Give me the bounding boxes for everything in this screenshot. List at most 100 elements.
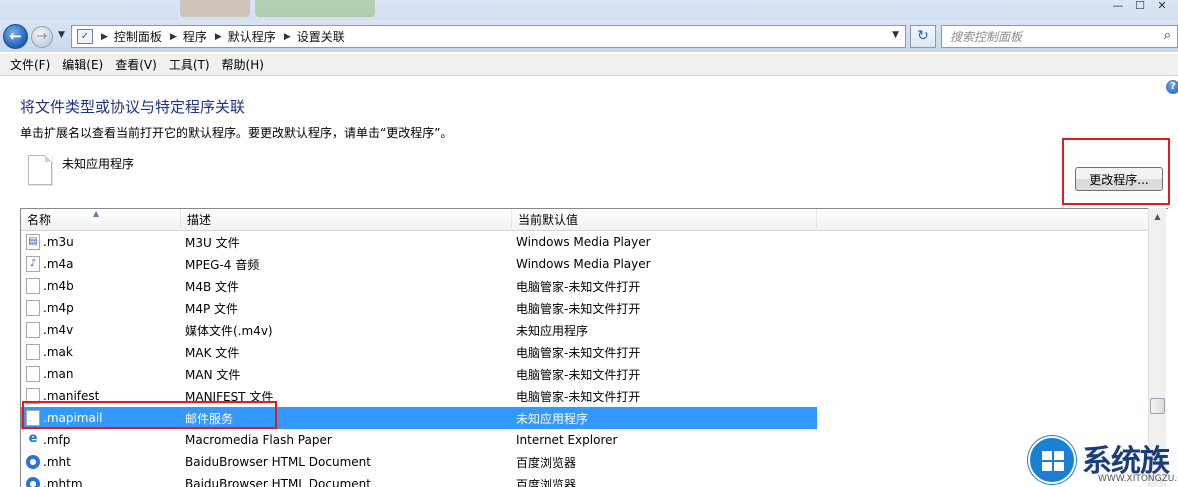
- cell-description: M4P 文件: [185, 301, 239, 316]
- baidu-browser-icon: [26, 477, 40, 487]
- table-row[interactable]: .mak MAK 文件 电脑管家-未知文件打开: [21, 341, 1149, 363]
- search-icon[interactable]: ⌕: [1164, 28, 1171, 43]
- cell-current-default: 电脑管家-未知文件打开: [516, 367, 641, 382]
- media-file-icon: ▤: [26, 234, 40, 250]
- help-icon[interactable]: ?: [1166, 80, 1178, 94]
- column-header-name[interactable]: 名称 ▲: [21, 209, 181, 231]
- cell-current-default: 未知应用程序: [516, 411, 589, 426]
- cell-extension[interactable]: e .mfp: [21, 432, 181, 448]
- cell-current-default: Windows Media Player: [516, 235, 651, 249]
- cell-current-default: Internet Explorer: [516, 433, 618, 447]
- window-top-strip: — ☐ ✕: [0, 0, 1178, 20]
- menu-help[interactable]: 帮助(H): [216, 56, 270, 73]
- generic-file-icon: [26, 344, 40, 360]
- table-row[interactable]: e .mfp Macromedia Flash Paper Internet Expl…: [21, 429, 1149, 451]
- cell-description: Macromedia Flash Paper: [185, 433, 332, 447]
- list-header: 名称 ▲ 描述 当前默认值: [21, 209, 1149, 231]
- cell-extension[interactable]: .mht: [21, 455, 181, 469]
- window-controls: — ☐ ✕: [1110, 0, 1170, 12]
- breadcrumb-default-programs[interactable]: 默认程序: [228, 28, 276, 45]
- menu-bar: 文件(F) 编辑(E) 查看(V) 工具(T) 帮助(H): [0, 54, 1178, 76]
- menu-file[interactable]: 文件(F): [4, 56, 56, 73]
- cell-extension[interactable]: .mak: [21, 344, 181, 360]
- column-header-description[interactable]: 描述: [181, 209, 512, 231]
- cell-description: 媒体文件(.m4v): [185, 323, 273, 338]
- generic-file-icon: [26, 322, 40, 338]
- scroll-thumb[interactable]: [1150, 398, 1165, 414]
- table-row[interactable]: ▤ .m3u M3U 文件 Windows Media Player: [21, 231, 1149, 253]
- cell-extension[interactable]: .m4v: [21, 322, 181, 338]
- file-association-list[interactable]: 名称 ▲ 描述 当前默认值 ▤ .m3u M3U 文件 Windows Media P…: [20, 208, 1168, 487]
- extension-label: .mfp: [43, 433, 71, 447]
- search-input[interactable]: [950, 26, 1150, 47]
- scroll-up-icon[interactable]: ▲: [1149, 208, 1166, 225]
- refresh-icon: ↻: [917, 28, 929, 44]
- cell-extension[interactable]: ▤ .m3u: [21, 234, 181, 250]
- cell-description: M3U 文件: [185, 235, 240, 250]
- cell-current-default: 未知应用程序: [516, 323, 589, 338]
- highlight-box-selected-row: [22, 401, 277, 429]
- control-panel-icon: ✓: [77, 29, 93, 44]
- menu-edit[interactable]: 编辑(E): [56, 56, 109, 73]
- extension-label: .m4a: [43, 257, 74, 271]
- cell-extension[interactable]: .m4p: [21, 300, 181, 316]
- table-row[interactable]: .man MAN 文件 电脑管家-未知文件打开: [21, 363, 1149, 385]
- menu-tools[interactable]: 工具(T): [163, 56, 216, 73]
- maximize-button[interactable]: ☐: [1132, 0, 1148, 12]
- chevron-down-icon: ▼: [58, 30, 65, 40]
- cell-extension[interactable]: .mhtm: [21, 477, 181, 487]
- cell-description: BaiduBrowser HTML Document: [185, 477, 371, 487]
- close-button[interactable]: ✕: [1154, 0, 1170, 12]
- cell-extension[interactable]: .m4b: [21, 278, 181, 294]
- extension-label: .m4p: [43, 301, 74, 315]
- extension-label: .m4v: [43, 323, 74, 337]
- minimize-button[interactable]: —: [1110, 0, 1126, 12]
- extension-label: .mak: [43, 345, 73, 359]
- breadcrumb-control-panel[interactable]: 控制面板: [114, 28, 162, 45]
- cell-current-default: Windows Media Player: [516, 257, 651, 271]
- refresh-button[interactable]: ↻: [910, 25, 936, 48]
- table-row[interactable]: .mhtm BaiduBrowser HTML Document 百度浏览器: [21, 473, 1149, 487]
- page-title: 将文件类型或协议与特定程序关联: [20, 98, 246, 116]
- cell-description: MAN 文件: [185, 367, 241, 382]
- forward-arrow-icon: →: [36, 29, 48, 44]
- table-row[interactable]: .mht BaiduBrowser HTML Document 百度浏览器: [21, 451, 1149, 473]
- list-rows: ▤ .m3u M3U 文件 Windows Media Player ♪ .m4a MPEG…: [21, 231, 1149, 487]
- table-row[interactable]: .m4v 媒体文件(.m4v) 未知应用程序: [21, 319, 1149, 341]
- extension-label: .m4b: [43, 279, 74, 293]
- generic-file-icon: [26, 300, 40, 316]
- address-dropdown-icon[interactable]: ▼: [892, 30, 899, 40]
- chevron-right-icon[interactable]: ▶: [284, 32, 291, 42]
- cell-description: MAK 文件: [185, 345, 240, 360]
- cell-description: M4B 文件: [185, 279, 240, 294]
- windows-logo-icon: [1028, 436, 1076, 484]
- search-box: ⌕: [941, 25, 1178, 48]
- table-row[interactable]: .m4p M4P 文件 电脑管家-未知文件打开: [21, 297, 1149, 319]
- extension-label: .mht: [43, 455, 71, 469]
- address-bar[interactable]: ✓ ▶ 控制面板 ▶ 程序 ▶ 默认程序 ▶ 设置关联 ▼: [71, 25, 906, 48]
- current-default-app: 未知应用程序: [62, 157, 135, 171]
- breadcrumb-set-associations[interactable]: 设置关联: [297, 28, 345, 45]
- back-button[interactable]: ←: [3, 24, 28, 49]
- table-row[interactable]: .m4b M4B 文件 电脑管家-未知文件打开: [21, 275, 1149, 297]
- chevron-right-icon[interactable]: ▶: [215, 32, 222, 42]
- page-description: 单击扩展名以查看当前打开它的默认程序。要更改默认程序，请单击“更改程序”。: [20, 126, 453, 140]
- table-row[interactable]: ♪ .m4a MPEG-4 音频 Windows Media Player: [21, 253, 1149, 275]
- column-header-current-default[interactable]: 当前默认值: [512, 209, 817, 231]
- extension-label: .m3u: [43, 235, 74, 249]
- menu-view[interactable]: 查看(V): [109, 56, 163, 73]
- cell-extension[interactable]: ♪ .m4a: [21, 256, 181, 272]
- chevron-right-icon[interactable]: ▶: [101, 32, 108, 42]
- change-program-button[interactable]: 更改程序...: [1075, 167, 1163, 191]
- extension-label: .mhtm: [43, 477, 83, 487]
- cell-description: MPEG-4 音频: [185, 257, 260, 272]
- cell-current-default: 电脑管家-未知文件打开: [516, 389, 641, 404]
- chevron-right-icon[interactable]: ▶: [170, 32, 177, 42]
- cell-description: BaiduBrowser HTML Document: [185, 455, 371, 469]
- unknown-app-file-icon: [28, 155, 52, 185]
- cell-extension[interactable]: .man: [21, 366, 181, 382]
- forward-button[interactable]: →: [31, 26, 53, 48]
- breadcrumb-programs[interactable]: 程序: [183, 28, 207, 45]
- cell-current-default: 电脑管家-未知文件打开: [516, 301, 641, 316]
- recent-pages-button[interactable]: ▼: [58, 30, 65, 40]
